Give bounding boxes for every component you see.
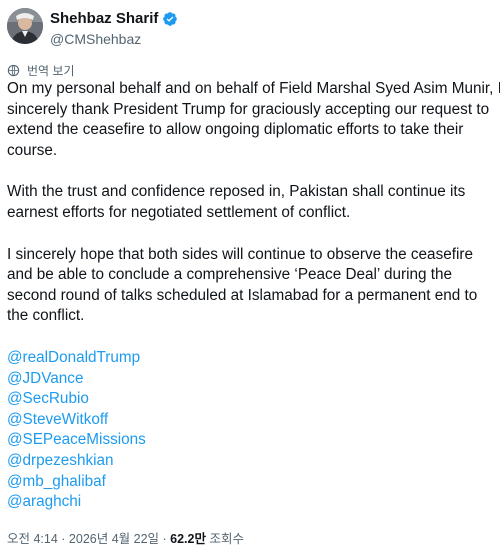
- tweet-paragraph-3: I sincerely hope that both sides will co…: [7, 245, 478, 325]
- tweet-time[interactable]: 오전 4:14: [7, 532, 58, 546]
- meta-separator: ·: [159, 532, 171, 546]
- mention-link-drpezeshkian[interactable]: @drpezeshkian: [7, 451, 500, 472]
- translate-label: 번역 보기: [27, 64, 75, 78]
- avatar[interactable]: [7, 8, 43, 44]
- translate-link[interactable]: 번역 보기: [7, 62, 75, 79]
- tweet-paragraph-1: On my personal behalf and on behalf of F…: [7, 80, 500, 159]
- tweet-date[interactable]: 2026년 4월 22일: [69, 532, 159, 546]
- meta-separator: ·: [57, 532, 69, 546]
- view-count: 62.2만: [170, 532, 206, 546]
- tweet-text: On my personal behalf and on behalf of F…: [7, 79, 500, 513]
- author-handle[interactable]: @CMShehbaz: [50, 31, 141, 47]
- tweet-header: Shehbaz Sharif @CMShehbaz: [7, 4, 493, 47]
- mention-list: @realDonaldTrump @JDVance @SecRubio @Ste…: [7, 348, 500, 513]
- mention-link-stevewitkoff[interactable]: @SteveWitkoff: [7, 410, 500, 431]
- mention-link-araghchi[interactable]: @araghchi: [7, 492, 500, 513]
- author-name-row: Shehbaz Sharif: [50, 10, 178, 28]
- view-label: 조회수: [209, 532, 244, 546]
- tweet-paragraph-2: With the trust and confidence reposed in…: [7, 183, 466, 221]
- author-name[interactable]: Shehbaz Sharif: [50, 10, 158, 28]
- mention-link-sepeacemissions[interactable]: @SEPeaceMissions: [7, 430, 500, 451]
- mention-link-jdvance[interactable]: @JDVance: [7, 369, 500, 390]
- verified-badge-icon: [162, 11, 178, 27]
- tweet-metadata: 오전 4:14 · 2026년 4월 22일 · 62.2만 조회수: [7, 528, 244, 547]
- globe-icon: [7, 64, 20, 77]
- mention-link-realdonaldtrump[interactable]: @realDonaldTrump: [7, 348, 500, 369]
- mention-link-secrubio[interactable]: @SecRubio: [7, 389, 500, 410]
- mention-link-mb-ghalibaf[interactable]: @mb_ghalibaf: [7, 472, 500, 493]
